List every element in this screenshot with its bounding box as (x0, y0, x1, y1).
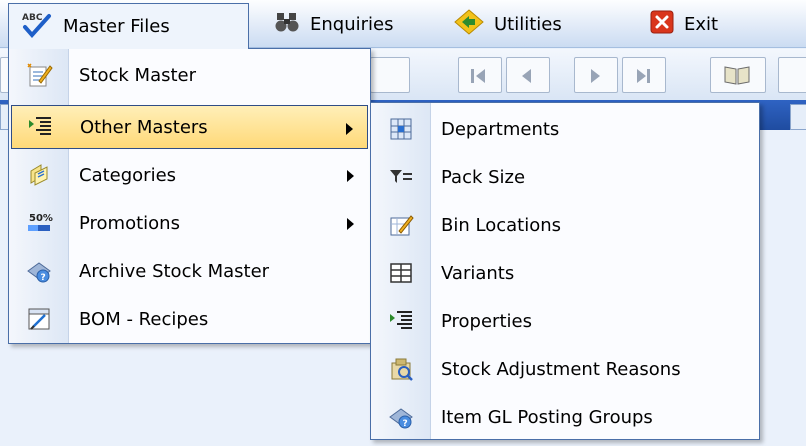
archive-icon: ? (11, 257, 67, 285)
toolbar-button[interactable] (778, 57, 806, 93)
menu-item-label: Promotions (79, 212, 180, 234)
bin-edit-icon (373, 212, 429, 238)
diamond-arrows-icon (454, 8, 484, 40)
menu-label: Master Files (63, 16, 170, 37)
next-record-icon (591, 69, 600, 83)
toolbar-button[interactable] (370, 57, 410, 93)
menu-item-label: Properties (441, 310, 532, 332)
menu-item-label: Departments (441, 118, 560, 140)
last-record-icon (637, 69, 650, 83)
strip-field (790, 104, 806, 130)
menu-item-bom-recipes[interactable]: BOM - Recipes (11, 297, 368, 341)
menu-item-label: Stock Master (79, 64, 197, 86)
menu-item-pack-size[interactable]: Pack Size (373, 155, 757, 199)
menu-exit[interactable]: Exit (640, 3, 760, 45)
last-record-button[interactable] (622, 57, 666, 93)
menu-item-promotions[interactable]: 50% Promotions (11, 201, 368, 245)
svg-text:ABC: ABC (22, 13, 43, 23)
book-button[interactable] (710, 57, 766, 93)
menu-label: Enquiries (310, 13, 394, 35)
abc-check-icon: ABC (19, 10, 53, 43)
menu-item-label: Other Masters (80, 116, 208, 138)
pencil-page-icon (11, 61, 67, 89)
menu-item-label: Variants (441, 262, 515, 284)
menu-utilities[interactable]: Utilities (444, 3, 604, 45)
menu-item-bin-locations[interactable]: Bin Locations (373, 203, 757, 247)
menu-item-label: Stock Adjustment Reasons (441, 358, 681, 380)
menu-item-archive-stock-master[interactable]: ? Archive Stock Master (11, 249, 368, 293)
previous-record-icon (522, 69, 531, 83)
menu-bar: ABC Master Files Enquiries Utilities Exi… (0, 0, 806, 49)
previous-record-button[interactable] (506, 57, 550, 93)
menu-item-stock-adjustment-reasons[interactable]: Stock Adjustment Reasons (373, 347, 757, 391)
percent-tag-icon: 50% (11, 209, 67, 237)
gl-posting-icon: ? (373, 403, 429, 431)
next-record-button[interactable] (574, 57, 618, 93)
menu-label: Exit (684, 13, 719, 35)
svg-text:?: ? (41, 273, 46, 283)
other-masters-submenu: Departments Pack Size Bin Locations Vari… (370, 102, 760, 440)
menu-item-label: Categories (79, 164, 177, 186)
menu-item-categories[interactable]: Categories (11, 153, 368, 197)
departments-grid-icon (373, 116, 429, 142)
categories-icon (11, 161, 67, 189)
menu-item-departments[interactable]: Departments (373, 107, 757, 151)
properties-list-icon (373, 308, 429, 334)
menu-enquiries[interactable]: Enquiries (264, 3, 424, 45)
list-indent-icon (12, 114, 68, 140)
book-icon (724, 66, 750, 85)
menu-item-label: BOM - Recipes (79, 308, 209, 330)
menu-item-properties[interactable]: Properties (373, 299, 757, 343)
submenu-arrow-icon (347, 218, 354, 230)
filter-list-icon (373, 164, 429, 190)
menu-item-label: Pack Size (441, 166, 526, 188)
menu-item-label: Archive Stock Master (79, 260, 270, 282)
submenu-arrow-icon (346, 123, 353, 135)
menu-item-label: Item GL Posting Groups (441, 406, 653, 428)
binoculars-icon (274, 11, 300, 38)
recipe-icon (11, 305, 67, 333)
menu-item-item-gl-posting-groups[interactable]: ? Item GL Posting Groups (373, 395, 757, 439)
menu-item-label: Bin Locations (441, 214, 561, 236)
menu-master-files[interactable]: ABC Master Files (8, 3, 249, 49)
menu-item-variants[interactable]: Variants (373, 251, 757, 295)
menu-item-other-masters[interactable]: Other Masters (11, 105, 368, 149)
menu-label: Utilities (494, 13, 562, 35)
table-icon (373, 260, 429, 286)
close-icon (650, 10, 674, 39)
svg-text:50%: 50% (29, 213, 53, 224)
submenu-arrow-icon (347, 170, 354, 182)
adjustment-icon (373, 356, 429, 382)
master-files-menu: Stock Master Other Masters Categories 50… (8, 48, 371, 344)
first-record-icon (471, 69, 485, 83)
first-record-button[interactable] (458, 57, 502, 93)
menu-item-stock-master[interactable]: Stock Master (11, 53, 368, 97)
svg-text:?: ? (403, 419, 408, 429)
